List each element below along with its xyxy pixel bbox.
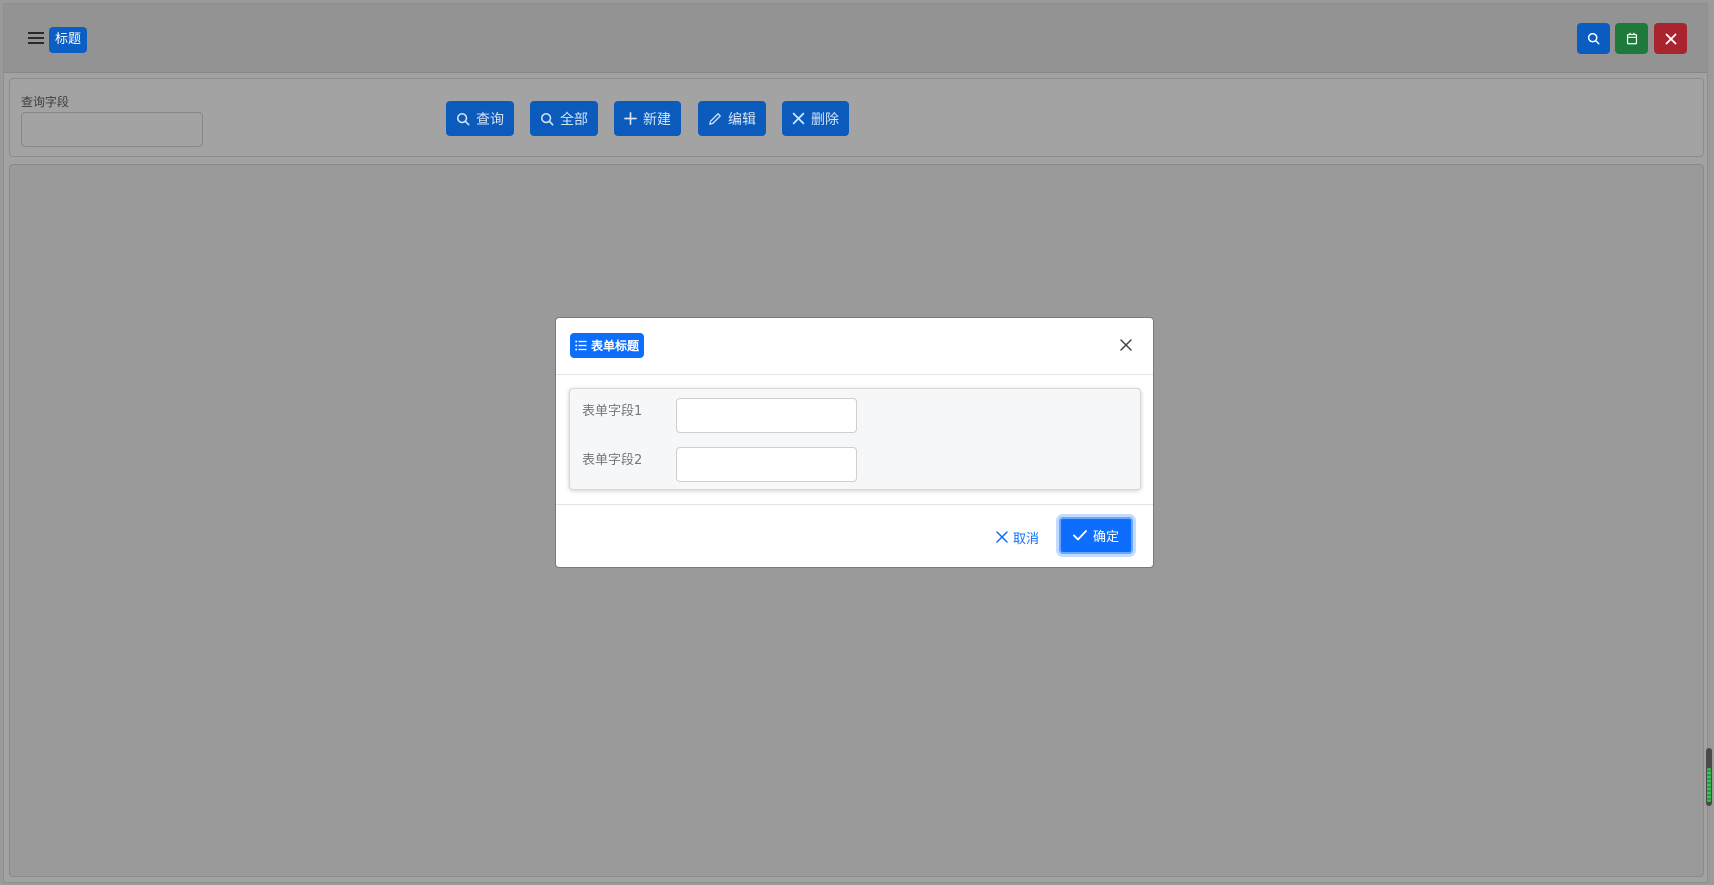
dialog-footer: 取消 确定 bbox=[556, 504, 1153, 568]
form-field-1-input[interactable] bbox=[676, 398, 857, 433]
search-button[interactable]: 查询 bbox=[446, 101, 514, 136]
calendar-icon bbox=[1626, 32, 1637, 45]
close-icon bbox=[1120, 339, 1132, 351]
edit-button[interactable]: 编辑 bbox=[698, 101, 766, 136]
plus-icon bbox=[624, 112, 637, 125]
form-field-1-label: 表单字段1 bbox=[582, 404, 643, 419]
confirm-button-label: 确定 bbox=[1092, 530, 1119, 545]
close-icon bbox=[1665, 33, 1676, 44]
new-button[interactable]: 新建 bbox=[614, 101, 681, 136]
scrollbar[interactable] bbox=[1706, 748, 1712, 806]
list-icon bbox=[575, 340, 587, 351]
query-field-label: 查询字段 bbox=[21, 95, 70, 109]
dialog-close-button[interactable] bbox=[1117, 336, 1135, 354]
form-dialog: 表单标题 表单字段1 表单字段2 取消 确定 bbox=[555, 317, 1154, 568]
edit-button-label: 编辑 bbox=[728, 111, 756, 128]
cancel-button-label: 取消 bbox=[1013, 531, 1040, 547]
top-search-button[interactable] bbox=[1577, 23, 1610, 54]
search-icon bbox=[456, 112, 470, 125]
all-button[interactable]: 全部 bbox=[530, 101, 598, 136]
menu-icon[interactable] bbox=[28, 32, 44, 46]
scrollbar-thumb[interactable] bbox=[1707, 768, 1711, 802]
dialog-title: 表单标题 bbox=[570, 333, 645, 358]
close-icon bbox=[792, 112, 805, 125]
form-field-2-input[interactable] bbox=[676, 447, 857, 482]
dialog-header: 表单标题 bbox=[556, 318, 1153, 375]
form-field-2-label: 表单字段2 bbox=[582, 453, 643, 468]
dialog-title-text: 表单标题 bbox=[591, 339, 640, 353]
check-icon bbox=[1073, 530, 1087, 541]
close-icon bbox=[996, 531, 1008, 543]
all-button-label: 全部 bbox=[560, 111, 588, 128]
cancel-button[interactable]: 取消 bbox=[988, 522, 1047, 552]
query-panel: 查询字段 查询 全部 新建 编辑 删除 bbox=[9, 78, 1704, 157]
page-title: 标题 bbox=[49, 27, 88, 53]
query-field-input[interactable] bbox=[21, 112, 203, 147]
confirm-button[interactable]: 确定 bbox=[1059, 517, 1133, 554]
top-bar: 标题 bbox=[4, 4, 1707, 73]
search-button-label: 查询 bbox=[476, 111, 504, 128]
top-calendar-button[interactable] bbox=[1615, 23, 1648, 54]
pencil-icon bbox=[709, 112, 721, 125]
delete-button[interactable]: 删除 bbox=[782, 101, 849, 136]
search-icon bbox=[1587, 32, 1600, 45]
top-close-button[interactable] bbox=[1654, 23, 1687, 54]
delete-button-label: 删除 bbox=[811, 111, 839, 128]
search-icon bbox=[540, 112, 554, 125]
new-button-label: 新建 bbox=[643, 111, 671, 128]
form-fields-box: 表单字段1 表单字段2 bbox=[569, 388, 1141, 490]
